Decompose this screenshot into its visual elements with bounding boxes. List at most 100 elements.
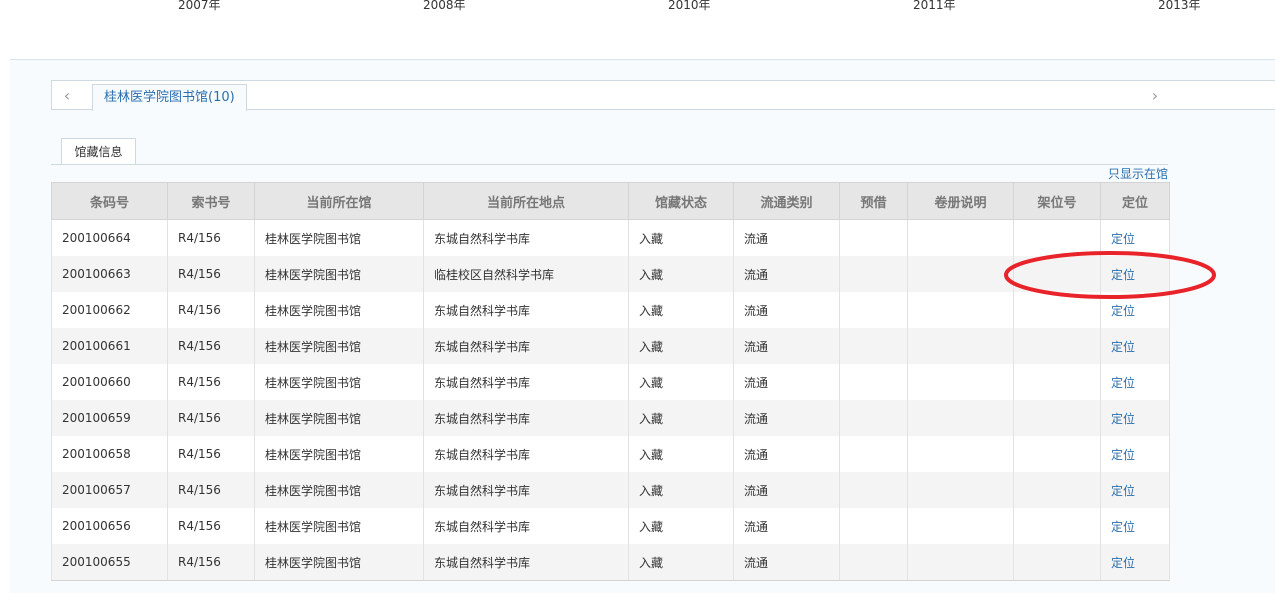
circulation-cell: 流通 xyxy=(733,219,840,256)
status-cell: 入藏 xyxy=(628,364,734,400)
timeline-year: 2010年 xyxy=(668,0,711,12)
tab-next-arrow-icon[interactable]: › xyxy=(1140,85,1170,107)
location-cell: 东城自然科学书库 xyxy=(423,364,629,400)
volume-cell xyxy=(907,436,1014,472)
circulation-cell: 流通 xyxy=(733,292,840,328)
timeline-year: 2011年 xyxy=(913,0,956,12)
subtab-divider xyxy=(51,164,1168,165)
volume-cell xyxy=(907,292,1014,328)
library-cell: 桂林医学院图书馆 xyxy=(254,292,424,328)
volume-cell xyxy=(907,256,1014,292)
status-cell: 入藏 xyxy=(628,292,734,328)
barcode-cell: 200100663 xyxy=(51,256,168,292)
circulation-cell: 流通 xyxy=(733,400,840,436)
volume-cell xyxy=(907,364,1014,400)
reserve-cell xyxy=(839,472,908,508)
timeline-year: 2007年 xyxy=(178,0,221,12)
circulation-cell: 流通 xyxy=(733,508,840,544)
circulation-cell: 流通 xyxy=(733,256,840,292)
status-cell: 入藏 xyxy=(628,508,734,544)
table-row: 200100659 R4/156 桂林医学院图书馆 东城自然科学书库 入藏 流通 定位 xyxy=(51,400,1170,436)
call-number-cell: R4/156 xyxy=(167,292,255,328)
locate-link[interactable]: 定位 xyxy=(1100,436,1170,472)
call-number-cell: R4/156 xyxy=(167,436,255,472)
status-cell: 入藏 xyxy=(628,436,734,472)
library-cell: 桂林医学院图书馆 xyxy=(254,400,424,436)
location-cell: 东城自然科学书库 xyxy=(423,292,629,328)
library-cell: 桂林医学院图书馆 xyxy=(254,472,424,508)
barcode-cell: 200100658 xyxy=(51,436,168,472)
locate-link[interactable]: 定位 xyxy=(1100,472,1170,508)
tab-holdings-info[interactable]: 馆藏信息 xyxy=(61,138,136,165)
locate-link[interactable]: 定位 xyxy=(1100,364,1170,400)
call-number-cell: R4/156 xyxy=(167,508,255,544)
location-cell: 东城自然科学书库 xyxy=(423,219,629,256)
location-cell: 东城自然科学书库 xyxy=(423,472,629,508)
table-row: 200100660 R4/156 桂林医学院图书馆 东城自然科学书库 入藏 流通 定位 xyxy=(51,364,1170,400)
timeline-year: 2013年 xyxy=(1158,0,1201,12)
shelf-cell xyxy=(1013,544,1101,581)
volume-cell xyxy=(907,219,1014,256)
barcode-cell: 200100660 xyxy=(51,364,168,400)
holdings-table: 条码号 索书号 当前所在馆 当前所在地点 馆藏状态 流通类别 预借 卷册说明 架… xyxy=(51,182,1170,581)
barcode-cell: 200100662 xyxy=(51,292,168,328)
library-cell: 桂林医学院图书馆 xyxy=(254,436,424,472)
library-tabbar: ‹ 桂林医学院图书馆(10) › xyxy=(51,80,1275,111)
table-row: 200100662 R4/156 桂林医学院图书馆 东城自然科学书库 入藏 流通 定位 xyxy=(51,292,1170,328)
barcode-cell: 200100664 xyxy=(51,219,168,256)
column-header: 当前所在馆 xyxy=(254,182,424,220)
volume-cell xyxy=(907,472,1014,508)
status-cell: 入藏 xyxy=(628,256,734,292)
shelf-cell xyxy=(1013,472,1101,508)
shelf-cell xyxy=(1013,256,1101,292)
reserve-cell xyxy=(839,400,908,436)
table-row: 200100664 R4/156 桂林医学院图书馆 东城自然科学书库 入藏 流通 定位 xyxy=(51,219,1170,256)
locate-link[interactable]: 定位 xyxy=(1100,219,1170,256)
call-number-cell: R4/156 xyxy=(167,400,255,436)
column-header: 定位 xyxy=(1100,182,1170,220)
circulation-cell: 流通 xyxy=(733,436,840,472)
locate-link[interactable]: 定位 xyxy=(1100,544,1170,581)
locate-link[interactable]: 定位 xyxy=(1100,328,1170,364)
location-cell: 临桂校区自然科学书库 xyxy=(423,256,629,292)
table-row: 200100663 R4/156 桂林医学院图书馆 临桂校区自然科学书库 入藏 流通 定位 xyxy=(51,256,1170,292)
table-row: 200100658 R4/156 桂林医学院图书馆 东城自然科学书库 入藏 流通 定位 xyxy=(51,436,1170,472)
reserve-cell xyxy=(839,256,908,292)
call-number-cell: R4/156 xyxy=(167,256,255,292)
locate-link[interactable]: 定位 xyxy=(1100,256,1170,292)
table-row: 200100655 R4/156 桂林医学院图书馆 东城自然科学书库 入藏 流通 定位 xyxy=(51,544,1170,581)
shelf-cell xyxy=(1013,508,1101,544)
shelf-cell xyxy=(1013,364,1101,400)
shelf-cell xyxy=(1013,292,1101,328)
library-cell: 桂林医学院图书馆 xyxy=(254,544,424,581)
circulation-cell: 流通 xyxy=(733,472,840,508)
library-cell: 桂林医学院图书馆 xyxy=(254,364,424,400)
locate-link[interactable]: 定位 xyxy=(1100,508,1170,544)
tab-guilin-medical-library[interactable]: 桂林医学院图书馆(10) xyxy=(92,84,247,111)
status-cell: 入藏 xyxy=(628,472,734,508)
circulation-cell: 流通 xyxy=(733,328,840,364)
locate-link[interactable]: 定位 xyxy=(1100,292,1170,328)
barcode-cell: 200100659 xyxy=(51,400,168,436)
show-available-only-link[interactable]: 只显示在馆 xyxy=(1108,165,1168,182)
call-number-cell: R4/156 xyxy=(167,219,255,256)
circulation-cell: 流通 xyxy=(733,364,840,400)
table-row: 200100656 R4/156 桂林医学院图书馆 东城自然科学书库 入藏 流通 定位 xyxy=(51,508,1170,544)
location-cell: 东城自然科学书库 xyxy=(423,328,629,364)
column-header: 流通类别 xyxy=(733,182,840,220)
table-row: 200100661 R4/156 桂林医学院图书馆 东城自然科学书库 入藏 流通 定位 xyxy=(51,328,1170,364)
library-cell: 桂林医学院图书馆 xyxy=(254,219,424,256)
reserve-cell xyxy=(839,544,908,581)
barcode-cell: 200100661 xyxy=(51,328,168,364)
column-header: 条码号 xyxy=(51,182,168,220)
barcode-cell: 200100656 xyxy=(51,508,168,544)
library-cell: 桂林医学院图书馆 xyxy=(254,256,424,292)
column-header: 索书号 xyxy=(167,182,255,220)
call-number-cell: R4/156 xyxy=(167,544,255,581)
column-header: 卷册说明 xyxy=(907,182,1014,220)
shelf-cell xyxy=(1013,219,1101,256)
timeline-strip: 2007年 2008年 2010年 2011年 2013年 xyxy=(0,0,1275,60)
locate-link[interactable]: 定位 xyxy=(1100,400,1170,436)
reserve-cell xyxy=(839,436,908,472)
tab-prev-arrow-icon[interactable]: ‹ xyxy=(52,85,82,107)
